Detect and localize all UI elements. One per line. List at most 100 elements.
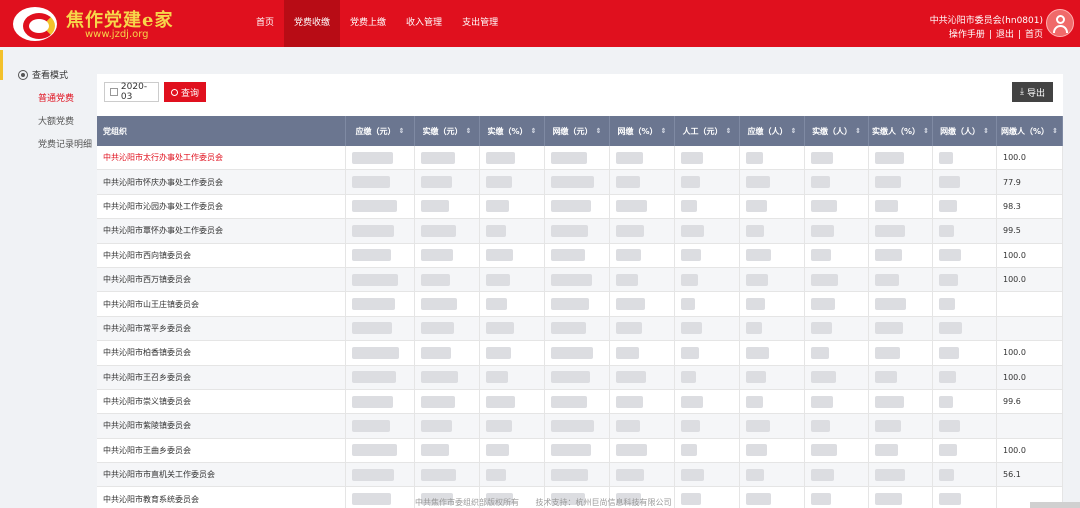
sidebar-item[interactable]: 大额党费 bbox=[18, 114, 93, 127]
redacted-value bbox=[681, 176, 700, 189]
org-name-cell[interactable]: 中共沁阳市怀庆办事处工作委员会 bbox=[97, 170, 346, 194]
table-row[interactable]: 中共沁阳市紫陵镇委员会 bbox=[97, 414, 1063, 439]
redacted-cell bbox=[675, 389, 740, 414]
column-header[interactable]: 网缴（人） ⇕ bbox=[933, 116, 997, 146]
sort-icon[interactable]: ⇕ bbox=[791, 127, 797, 135]
column-header-label: 应缴（人） bbox=[747, 126, 788, 136]
export-button[interactable]: ⤓ 导出 bbox=[1012, 82, 1053, 102]
redacted-cell bbox=[740, 487, 805, 508]
redacted-cell bbox=[740, 365, 805, 389]
sort-icon[interactable]: ⇕ bbox=[661, 127, 667, 135]
redacted-cell bbox=[480, 170, 545, 194]
table-row[interactable]: 中共沁阳市市直机关工作委员会 56.1 bbox=[97, 463, 1063, 488]
table-row[interactable]: 中共沁阳市覃怀办事处工作委员会 99.5 bbox=[97, 219, 1063, 244]
home-link[interactable]: 首页 bbox=[1025, 30, 1043, 40]
table-row[interactable]: 中共沁阳市西万镇委员会 100.0 bbox=[97, 267, 1063, 293]
footer-copyright: 中共焦作市委组织部版权所有 bbox=[415, 498, 519, 507]
redacted-cell bbox=[933, 146, 997, 170]
table-row[interactable]: 中共沁阳市西向镇委员会 100.0 bbox=[97, 243, 1063, 268]
redacted-value bbox=[551, 322, 586, 335]
org-name-cell[interactable]: 中共沁阳市太行办事处工作委员会 bbox=[97, 146, 346, 170]
org-name-cell[interactable]: 中共沁阳市山王庄镇委员会 bbox=[97, 292, 346, 316]
sort-icon[interactable]: ⇕ bbox=[399, 127, 405, 135]
redacted-cell bbox=[933, 414, 997, 438]
redacted-value bbox=[939, 151, 953, 164]
sort-icon[interactable]: ⇕ bbox=[466, 127, 472, 135]
column-header[interactable]: 实缴（人） ⇕ bbox=[805, 116, 869, 146]
column-header[interactable]: 人工（元） ⇕ bbox=[675, 116, 740, 146]
org-name-cell[interactable]: 中共沁阳市崇义镇委员会 bbox=[97, 389, 346, 414]
search-button[interactable]: 查询 bbox=[164, 82, 207, 102]
table-row[interactable]: 中共沁阳市柏香镇委员会 100.0 bbox=[97, 341, 1063, 366]
sort-icon[interactable]: ⇕ bbox=[531, 127, 537, 135]
table-row[interactable]: 中共沁阳市沁园办事处工作委员会 98.3 bbox=[97, 194, 1063, 220]
redacted-cell bbox=[933, 243, 997, 267]
month-input[interactable]: 2020-03 bbox=[104, 82, 159, 102]
sort-icon[interactable]: ⇕ bbox=[726, 127, 732, 135]
column-header[interactable]: 网缴人（%） ⇕ bbox=[997, 116, 1063, 146]
redacted-value bbox=[681, 273, 698, 286]
org-name-cell[interactable]: 中共沁阳市市直机关工作委员会 bbox=[97, 463, 346, 487]
redacted-value bbox=[939, 249, 961, 262]
org-name-cell[interactable]: 中共沁阳市西向镇委员会 bbox=[97, 243, 346, 267]
dues-table: 党组织 应缴（元） ⇕ 实缴（元） ⇕ 实缴（%） ⇕ 网缴（元） ⇕ 网缴（%） ⇕ 人工（元） ⇕ 应… bbox=[97, 116, 1063, 508]
redacted-cell bbox=[480, 414, 545, 438]
nav-item[interactable]: 收入管理 bbox=[396, 0, 452, 47]
logout-link[interactable]: 退出 bbox=[996, 30, 1014, 40]
redacted-value bbox=[939, 346, 959, 359]
table-row[interactable]: 中共沁阳市太行办事处工作委员会 100.0 bbox=[97, 146, 1063, 171]
table-row[interactable]: 中共沁阳市怀庆办事处工作委员会 77.9 bbox=[97, 170, 1063, 195]
org-name-cell[interactable]: 中共沁阳市覃怀办事处工作委员会 bbox=[97, 219, 346, 243]
site-logo[interactable]: 焦作党建e家 www.jzdj.org bbox=[9, 5, 184, 43]
column-header[interactable]: 党组织 bbox=[97, 116, 346, 146]
nav-item[interactable]: 党费收缴 bbox=[284, 0, 341, 47]
redacted-value bbox=[352, 346, 399, 359]
redacted-cell bbox=[415, 365, 480, 389]
redacted-cell bbox=[805, 389, 869, 414]
org-name-cell[interactable]: 中共沁阳市教育系统委员会 bbox=[97, 487, 346, 508]
redacted-value bbox=[811, 224, 834, 237]
redacted-value bbox=[551, 444, 591, 457]
column-header[interactable]: 应缴（元） ⇕ bbox=[346, 116, 415, 146]
column-header-label: 实缴（元） bbox=[422, 126, 463, 136]
column-header[interactable]: 网缴（元） ⇕ bbox=[545, 116, 610, 146]
sort-icon[interactable]: ⇕ bbox=[923, 127, 929, 135]
org-name-cell[interactable]: 中共沁阳市王召乡委员会 bbox=[97, 365, 346, 389]
redacted-cell bbox=[346, 414, 415, 438]
column-header[interactable]: 网缴（%） ⇕ bbox=[610, 116, 675, 146]
org-name-cell[interactable]: 中共沁阳市西万镇委员会 bbox=[97, 267, 346, 292]
column-header[interactable]: 应缴（人） ⇕ bbox=[740, 116, 805, 146]
nav-item[interactable]: 首页 bbox=[246, 0, 284, 47]
redacted-cell bbox=[740, 267, 805, 292]
online-member-rate-cell: 100.0 bbox=[997, 438, 1063, 463]
redacted-cell bbox=[415, 194, 480, 219]
redacted-cell bbox=[675, 267, 740, 292]
online-member-rate-cell: 99.6 bbox=[997, 389, 1063, 414]
nav-item[interactable]: 支出管理 bbox=[452, 0, 508, 47]
sort-icon[interactable]: ⇕ bbox=[1052, 127, 1058, 135]
sort-icon[interactable]: ⇕ bbox=[596, 127, 602, 135]
table-row[interactable]: 中共沁阳市常平乡委员会 bbox=[97, 316, 1063, 342]
sidebar-item[interactable]: 普通党费 bbox=[18, 91, 93, 104]
org-name-cell[interactable]: 中共沁阳市柏香镇委员会 bbox=[97, 341, 346, 365]
redacted-cell bbox=[545, 243, 610, 267]
redacted-cell bbox=[675, 463, 740, 487]
sort-icon[interactable]: ⇕ bbox=[855, 127, 861, 135]
org-name-cell[interactable]: 中共沁阳市紫陵镇委员会 bbox=[97, 414, 346, 438]
table-row[interactable]: 中共沁阳市山王庄镇委员会 bbox=[97, 292, 1063, 317]
table-row[interactable]: 中共沁阳市崇义镇委员会 99.6 bbox=[97, 389, 1063, 415]
sort-icon[interactable]: ⇕ bbox=[983, 127, 989, 135]
org-name-cell[interactable]: 中共沁阳市常平乡委员会 bbox=[97, 316, 346, 341]
org-name-cell[interactable]: 中共沁阳市王曲乡委员会 bbox=[97, 438, 346, 463]
redacted-value bbox=[746, 273, 768, 286]
org-name-cell[interactable]: 中共沁阳市沁园办事处工作委员会 bbox=[97, 194, 346, 219]
sidebar-item[interactable]: 党费记录明细 bbox=[18, 137, 93, 150]
column-header[interactable]: 实缴人（%） ⇕ bbox=[869, 116, 933, 146]
column-header[interactable]: 实缴（元） ⇕ bbox=[415, 116, 480, 146]
manual-link[interactable]: 操作手册 bbox=[949, 30, 985, 40]
column-header[interactable]: 实缴（%） ⇕ bbox=[480, 116, 545, 146]
nav-item[interactable]: 党费上缴 bbox=[340, 0, 396, 47]
user-avatar-icon[interactable] bbox=[1046, 9, 1074, 37]
table-row[interactable]: 中共沁阳市王召乡委员会 100.0 bbox=[97, 365, 1063, 390]
table-row[interactable]: 中共沁阳市王曲乡委员会 100.0 bbox=[97, 438, 1063, 464]
